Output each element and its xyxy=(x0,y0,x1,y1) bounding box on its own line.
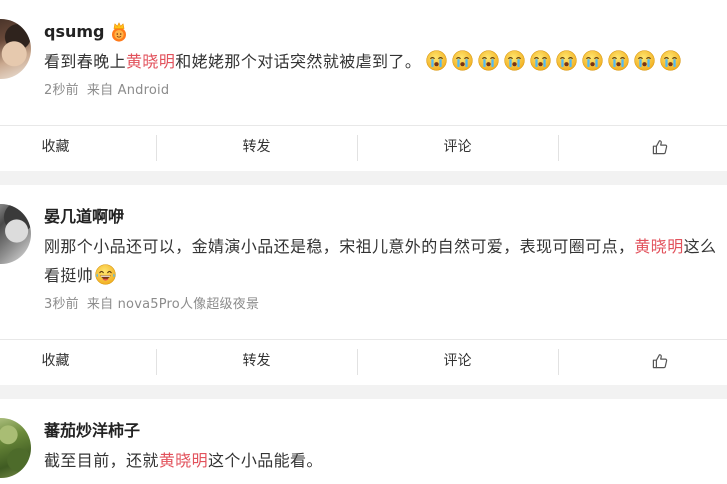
comment-text-segment: 刚那个小品还可以，金婧演小品还是稳，宋祖儿意外的自然可爱，表现可圈可点， xyxy=(44,237,635,256)
favorite-label: 收藏 xyxy=(41,139,70,155)
repost-label: 转发 xyxy=(242,139,271,155)
favorite-label: 收藏 xyxy=(41,353,70,369)
cry-emoji xyxy=(478,50,499,71)
cry-emoji xyxy=(634,50,655,71)
cry-emoji xyxy=(556,50,577,71)
emoji-group xyxy=(93,266,116,285)
cry-emoji xyxy=(426,50,447,71)
emoji-group xyxy=(421,52,681,71)
comment-label: 评论 xyxy=(443,139,472,155)
comment-button[interactable]: 评论 xyxy=(357,340,558,385)
comment-item: 晏几道啊咿 刚那个小品还可以，金婧演小品还是稳，宋祖儿意外的自然可爱，表现可圈可… xyxy=(0,185,727,399)
comment-text: 截至目前，还就黄晓明这个小品能看。 xyxy=(44,446,727,475)
thumbs-up-icon xyxy=(652,353,668,369)
like-button[interactable] xyxy=(558,126,727,171)
repost-label: 转发 xyxy=(242,353,271,369)
comment-label: 评论 xyxy=(443,353,472,369)
thumbs-up-icon xyxy=(652,139,668,155)
separator-band xyxy=(0,171,727,185)
comment-item: 蕃茄炒洋柿子 截至目前，还就黄晓明这个小品能看。 xyxy=(0,399,727,478)
vip-crown-icon[interactable] xyxy=(110,22,128,42)
timestamp[interactable]: 3秒前 xyxy=(44,297,79,312)
comment-item: qsumg 看到春晚上黄晓明和姥姥那个对话突然就被虐到了。 2秒前 来自 Andr… xyxy=(0,0,727,185)
timestamp[interactable]: 2秒前 xyxy=(44,83,79,98)
cry-emoji xyxy=(660,50,681,71)
action-bar: 收藏 转发 评论 xyxy=(0,125,727,171)
device-source: 来自 Android xyxy=(86,83,170,98)
username[interactable]: qsumg xyxy=(44,20,105,44)
cry-emoji xyxy=(608,50,629,71)
username[interactable]: 蕃茄炒洋柿子 xyxy=(44,419,140,443)
comment-text: 看到春晚上黄晓明和姥姥那个对话突然就被虐到了。 xyxy=(44,47,727,76)
comment-text-segment: 截至目前，还就 xyxy=(44,451,159,470)
mention-link[interactable]: 黄晓明 xyxy=(159,451,208,470)
comment-meta: 2秒前 来自 Android xyxy=(44,76,727,106)
laugh-cry-emoji xyxy=(95,264,116,285)
comment-text-segment: 和姥姥那个对话突然就被虐到了。 xyxy=(175,52,422,71)
comment-text: 刚那个小品还可以，金婧演小品还是稳，宋祖儿意外的自然可爱，表现可圈可点，黄晓明这… xyxy=(44,232,727,290)
repost-button[interactable]: 转发 xyxy=(156,126,357,171)
favorite-button[interactable]: 收藏 xyxy=(0,126,156,171)
comment-text-segment: 看到春晚上 xyxy=(44,52,127,71)
like-button[interactable] xyxy=(558,340,727,385)
mention-link[interactable]: 黄晓明 xyxy=(126,52,175,71)
comment-text-segment: 这个小品能看。 xyxy=(208,451,323,470)
mention-link[interactable]: 黄晓明 xyxy=(634,237,683,256)
cry-emoji xyxy=(452,50,473,71)
comment-meta: 3秒前 来自 nova5Pro人像超级夜景 xyxy=(44,290,727,320)
comment-button[interactable]: 评论 xyxy=(357,126,558,171)
comment-feed: qsumg 看到春晚上黄晓明和姥姥那个对话突然就被虐到了。 2秒前 来自 Andr… xyxy=(0,0,727,484)
action-bar: 收藏 转发 评论 xyxy=(0,339,727,385)
favorite-button[interactable]: 收藏 xyxy=(0,340,156,385)
cry-emoji xyxy=(530,50,551,71)
repost-button[interactable]: 转发 xyxy=(156,340,357,385)
cry-emoji xyxy=(582,50,603,71)
username[interactable]: 晏几道啊咿 xyxy=(44,205,124,229)
cry-emoji xyxy=(504,50,525,71)
separator-band xyxy=(0,385,727,399)
device-source: 来自 nova5Pro人像超级夜景 xyxy=(86,297,260,312)
